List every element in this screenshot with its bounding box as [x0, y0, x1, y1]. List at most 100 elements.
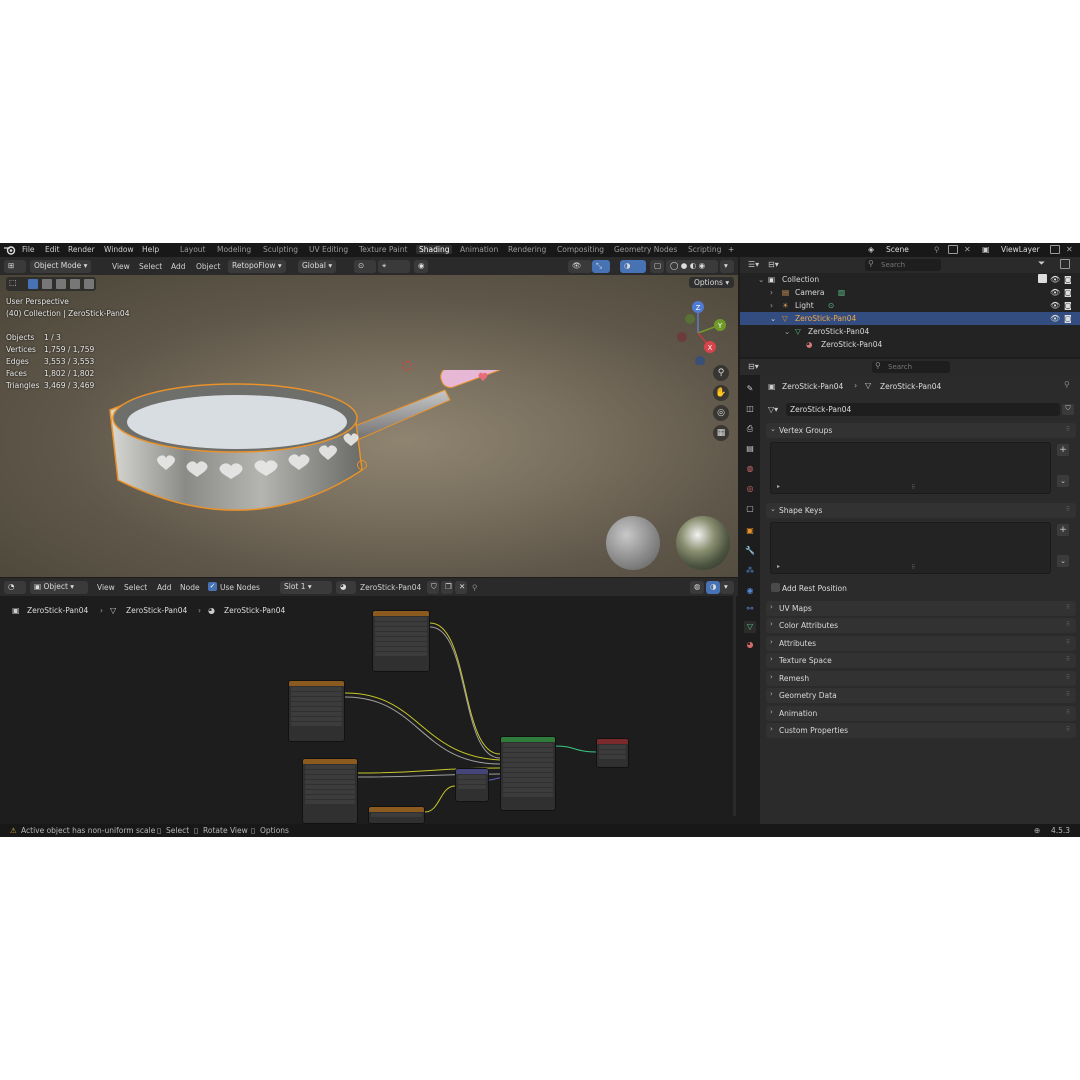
ne-menu-add[interactable]: Add: [157, 583, 172, 592]
uv-maps-panel-header[interactable]: › UV Maps ⠿: [766, 601, 1076, 616]
tab-geometry-nodes[interactable]: Geometry Nodes: [614, 245, 677, 254]
outliner-row-pan-material[interactable]: ◕ ZeroStick-Pan04: [740, 338, 1080, 351]
outliner-row-light[interactable]: › ☀ Light ⊙ 👁 ◙: [740, 299, 1080, 312]
duplicate-material-icon[interactable]: ❐: [441, 581, 453, 594]
select-intersect-icon[interactable]: [84, 279, 94, 289]
properties-editor-icon[interactable]: ⊟▾: [748, 362, 759, 371]
grid-perspective-icon[interactable]: ▦: [713, 425, 729, 441]
delete-scene-icon[interactable]: ✕: [964, 245, 971, 254]
outliner-row-camera[interactable]: › ▤ Camera ▨ 👁 ◙: [740, 286, 1080, 299]
frying-pan-model[interactable]: [100, 370, 520, 535]
outliner-search[interactable]: Search: [865, 259, 941, 271]
drag-handle-icon[interactable]: ⠿: [1066, 656, 1070, 663]
mesh-browse-icon[interactable]: ▽▾: [768, 405, 778, 414]
tab-animation[interactable]: Animation: [460, 245, 498, 254]
camera-render-icon[interactable]: ◙: [1064, 314, 1072, 323]
use-nodes-checkbox[interactable]: ✓: [208, 582, 217, 591]
outliner-editor-icon[interactable]: ☰▾: [748, 260, 759, 269]
orientation-dropdown[interactable]: Global ▾: [298, 260, 337, 273]
menu-render[interactable]: Render: [68, 245, 95, 254]
properties-search[interactable]: Search: [872, 361, 950, 373]
eye-icon[interactable]: 👁: [1050, 275, 1060, 284]
snap-icon[interactable]: ⌖: [378, 260, 410, 273]
image-texture-node-basecolor[interactable]: [372, 610, 430, 672]
select-new-icon[interactable]: [28, 279, 38, 289]
menu-object[interactable]: Object: [196, 262, 220, 271]
tab-rendering[interactable]: Rendering: [508, 245, 546, 254]
options-dropdown[interactable]: Options ▾: [689, 277, 735, 288]
select-subtract-icon[interactable]: [56, 279, 66, 289]
drag-handle-icon[interactable]: ⠿: [1066, 639, 1070, 646]
scene-name[interactable]: Scene: [886, 245, 909, 254]
vertex-groups-panel-header[interactable]: ⌄ Vertex Groups ⠿: [766, 423, 1076, 438]
zoom-icon[interactable]: ⚲: [713, 365, 729, 381]
ne-menu-select[interactable]: Select: [124, 583, 147, 592]
scene-tab-icon[interactable]: ◍: [744, 463, 756, 475]
navigation-gizmo[interactable]: Z Y X: [666, 295, 730, 365]
image-texture-node-roughness[interactable]: [288, 680, 345, 742]
modifier-tab-icon[interactable]: 🔧: [744, 545, 756, 557]
tab-scripting[interactable]: Scripting: [688, 245, 721, 254]
unlink-material-icon[interactable]: ✕: [455, 581, 467, 594]
xray-icon[interactable]: ▢: [650, 260, 664, 273]
tool-tab-icon[interactable]: ✎: [744, 383, 756, 395]
drag-handle-icon[interactable]: ⠿: [1066, 674, 1070, 681]
3d-viewport[interactable]: ⬚ Options ▾ User Perspective (40) Collec…: [0, 275, 738, 577]
vertex-groups-list[interactable]: ▸ ⠿: [770, 442, 1051, 494]
pin-icon[interactable]: ⚲: [934, 245, 940, 254]
viewlayer-icon[interactable]: ▣: [982, 245, 990, 254]
list-resize-icon[interactable]: ⠿: [911, 484, 915, 491]
drag-handle-icon[interactable]: ⠿: [1066, 621, 1070, 628]
overlay-node-options-icon[interactable]: ▾: [720, 581, 734, 594]
physics-tab-icon[interactable]: ◉: [744, 585, 756, 597]
attributes-panel-header[interactable]: › Attributes ⠿: [766, 636, 1076, 651]
menu-window[interactable]: Window: [104, 245, 134, 254]
drag-handle-icon[interactable]: ⠿: [1066, 726, 1070, 733]
camera-render-icon[interactable]: ◙: [1064, 288, 1072, 297]
retopoflow-dropdown[interactable]: RetopoFlow ▾: [228, 260, 286, 273]
light-data-icon[interactable]: ⊙: [828, 301, 834, 310]
mesh-name-field[interactable]: ZeroStick-Pan04: [786, 403, 1060, 416]
color-attributes-panel-header[interactable]: › Color Attributes ⠿: [766, 618, 1076, 633]
outliner-row-pan-mesh[interactable]: ⌄ ▽ ZeroStick-Pan04: [740, 325, 1080, 338]
menu-help[interactable]: Help: [142, 245, 159, 254]
image-texture-node-normal[interactable]: [368, 806, 425, 824]
output-tab-icon[interactable]: ⎙: [744, 423, 756, 435]
collection-tab-icon[interactable]: ▢: [744, 503, 756, 515]
material-tab-icon[interactable]: ◕: [744, 639, 756, 651]
remesh-panel-header[interactable]: › Remesh ⠿: [766, 671, 1076, 686]
list-expand-icon[interactable]: ▸: [777, 483, 780, 490]
object-tab-icon[interactable]: ▣: [744, 525, 756, 537]
tab-shading[interactable]: Shading: [416, 245, 453, 254]
add-vertex-group-button[interactable]: +: [1057, 444, 1069, 456]
drag-handle-icon[interactable]: ⠿: [1066, 426, 1070, 433]
select-tool-icon[interactable]: ⬚: [9, 278, 17, 287]
vertex-group-menu-button[interactable]: ⌄: [1057, 475, 1069, 487]
tab-texture-paint[interactable]: Texture Paint: [359, 245, 407, 254]
menu-select[interactable]: Select: [139, 262, 162, 271]
world-tab-icon[interactable]: ◎: [744, 483, 756, 495]
overlay-node-icon[interactable]: ◑: [706, 581, 720, 594]
pin-node-icon[interactable]: ⚲: [472, 583, 478, 592]
fake-user-icon[interactable]: ⛉: [1062, 404, 1074, 415]
shader-node-editor[interactable]: ▣ ZeroStick-Pan04 › ▽ ZeroStick-Pan04 › …: [0, 596, 738, 824]
texture-space-panel-header[interactable]: › Texture Space ⠿: [766, 653, 1076, 668]
outliner-row-collection[interactable]: ⌄ ▣ Collection 👁 ◙: [740, 273, 1080, 286]
geometry-data-panel-header[interactable]: › Geometry Data ⠿: [766, 688, 1076, 703]
slot-dropdown[interactable]: Slot 1 ▾: [280, 581, 332, 594]
filter-icon[interactable]: ⏷: [1038, 259, 1045, 269]
pivot-icon[interactable]: ⊙: [354, 260, 376, 273]
eye-icon[interactable]: 👁: [1050, 314, 1060, 323]
shading-modes-icon[interactable]: ◯ ● ◐ ◉: [666, 260, 718, 273]
node-editor-scrollbar[interactable]: [733, 596, 736, 816]
delete-viewlayer-icon[interactable]: ✕: [1066, 245, 1073, 254]
eye-icon[interactable]: 👁: [1050, 288, 1060, 297]
custom-properties-panel-header[interactable]: › Custom Properties ⠿: [766, 723, 1076, 738]
animation-panel-header[interactable]: › Animation ⠿: [766, 706, 1076, 721]
camera-render-icon[interactable]: ◙: [1064, 275, 1072, 284]
select-invert-icon[interactable]: [70, 279, 80, 289]
new-scene-icon[interactable]: [948, 245, 958, 254]
snap-node-icon[interactable]: ◍: [690, 581, 704, 594]
camera-render-icon[interactable]: ◙: [1064, 301, 1072, 310]
camera-data-icon[interactable]: ▨: [838, 288, 845, 297]
